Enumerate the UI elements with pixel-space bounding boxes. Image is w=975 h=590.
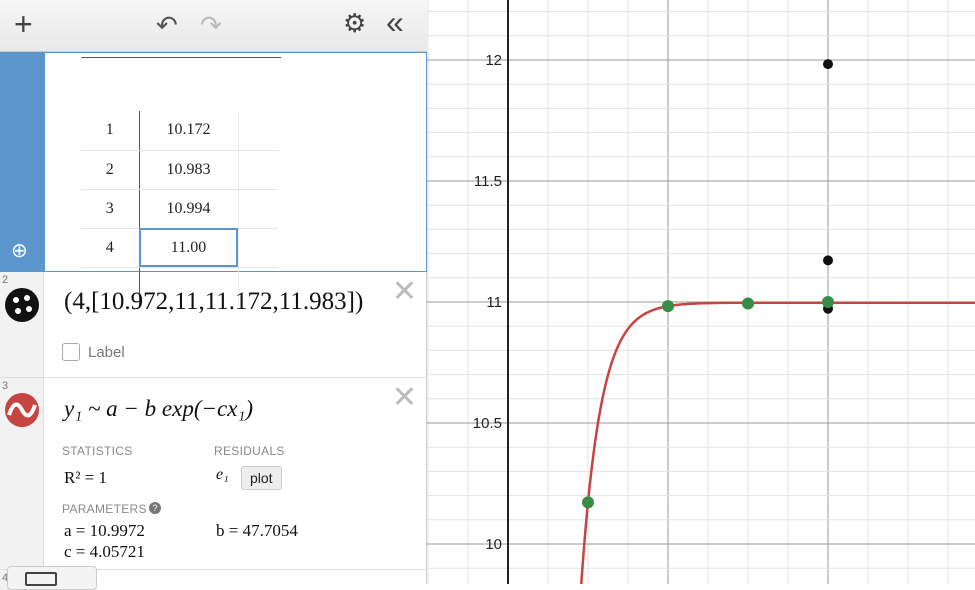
parameter-c: c = 4.05721	[64, 542, 145, 561]
table-row: 1 10.172	[81, 111, 278, 151]
y-tick-label: 10	[485, 536, 502, 553]
table-cell-empty[interactable]	[238, 150, 278, 190]
list-point	[823, 59, 833, 70]
expression-gutter: 3	[0, 378, 44, 569]
table-row: 2 10.983	[81, 150, 278, 190]
expression-list: + ↶ ↷ ⚙ « ⊕ 1 10.172 2 10.983 3 10.994 4 11.…	[0, 0, 427, 590]
parameter-a: a = 10.9972	[64, 521, 145, 540]
row-index: 4	[81, 228, 140, 268]
table-row: 4 11.00	[81, 228, 278, 268]
expression-3-regression[interactable]: 3 y₁ ~ a − b exp(−cx₁) ✕ STATISTICS RESI…	[0, 378, 427, 570]
parameters-heading: PARAMETERS	[62, 502, 147, 516]
y-tick-label: 12	[485, 52, 502, 69]
label-checkbox-text: Label	[88, 344, 125, 361]
expression-gutter-selected[interactable]: ⊕	[1, 53, 45, 271]
settings-gear-icon[interactable]: ⚙	[343, 8, 366, 39]
y-tick-label: 11.5	[474, 173, 502, 190]
table-point	[662, 300, 674, 313]
table-cell[interactable]: 10.983	[139, 150, 239, 190]
residual-variable: e₁	[216, 466, 229, 483]
label-checkbox[interactable]	[62, 343, 80, 361]
row-index: 3	[81, 189, 140, 229]
expression-input[interactable]: (4,[10.972,11,11.172,11.983])	[64, 288, 363, 316]
keyboard-toggle-button[interactable]	[7, 566, 97, 590]
toolbar: + ↶ ↷ ⚙ «	[0, 0, 427, 52]
graph-canvas[interactable]: 10 10.5 11 11.5 12	[427, 0, 975, 584]
residuals-heading: RESIDUALS	[214, 444, 285, 458]
list-point	[823, 255, 833, 266]
expression-table[interactable]: ⊕ 1 10.172 2 10.983 3 10.994 4 11.00	[0, 52, 427, 306]
table-cell-empty[interactable]	[238, 189, 278, 229]
regression-curve	[579, 301, 975, 584]
expression-index: 3	[2, 380, 9, 392]
plot-residuals-button[interactable]: plot	[241, 466, 282, 490]
delete-expression-icon[interactable]: ✕	[392, 274, 417, 309]
add-expression-button[interactable]: +	[14, 6, 33, 43]
table-cell[interactable]: 10.172	[139, 111, 239, 151]
table-row: 3 10.994	[81, 189, 278, 229]
parameter-b: b = 47.7054	[216, 521, 298, 540]
statistics-heading: STATISTICS	[62, 444, 133, 458]
row-index: 1	[81, 111, 140, 151]
table-point	[822, 296, 834, 308]
curve-style-icon[interactable]	[5, 393, 39, 427]
redo-button[interactable]: ↷	[200, 10, 222, 41]
regression-formula[interactable]: y₁ ~ a − b exp(−cx₁)	[64, 396, 253, 422]
table-cell[interactable]: 10.994	[139, 189, 239, 229]
zoom-fit-icon[interactable]: ⊕	[11, 238, 28, 263]
y-tick-label: 11	[486, 294, 502, 311]
table-point	[582, 496, 594, 509]
expression-2[interactable]: 2 (4,[10.972,11,11.172,11.983]) ✕ Label	[0, 272, 427, 378]
r-squared-value: R² = 1	[64, 468, 108, 487]
expression-index: 2	[2, 274, 9, 286]
table-cell-empty[interactable]	[238, 111, 278, 151]
collapse-panel-button[interactable]: «	[386, 4, 404, 41]
help-icon[interactable]: ?	[149, 502, 161, 514]
delete-expression-icon[interactable]: ✕	[392, 380, 417, 415]
table-header-line	[81, 57, 281, 58]
undo-button[interactable]: ↶	[156, 10, 178, 41]
table-cell-active[interactable]: 11.00	[139, 228, 239, 268]
table-cell-empty[interactable]	[238, 228, 278, 268]
row-index: 2	[81, 150, 140, 190]
expression-gutter: 2	[0, 272, 44, 377]
table-point	[742, 297, 754, 310]
point-style-icon[interactable]	[5, 288, 39, 322]
y-tick-label: 10.5	[473, 415, 502, 432]
